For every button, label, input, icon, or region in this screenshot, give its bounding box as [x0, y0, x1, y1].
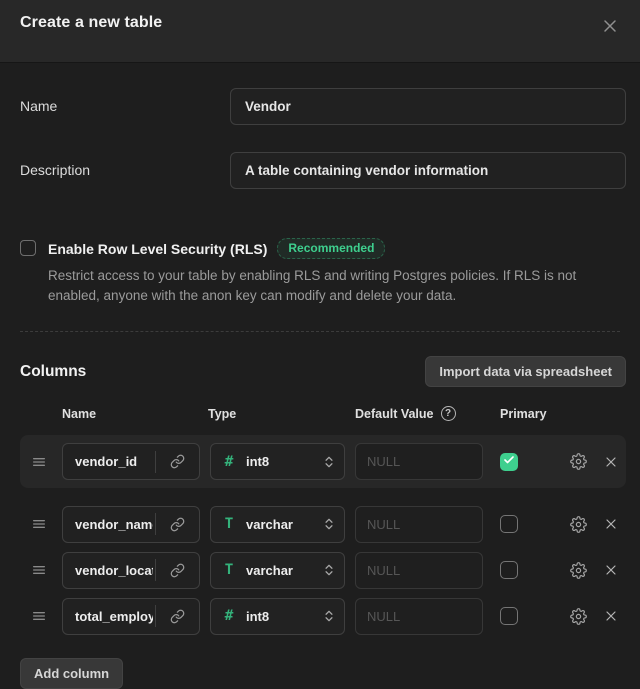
recommended-badge: Recommended: [277, 238, 385, 259]
header-type: Type: [208, 407, 355, 421]
primary-checkbox[interactable]: [500, 515, 518, 533]
name-label: Name: [20, 88, 230, 125]
column-name-group: [62, 443, 200, 480]
chevron-up-down-icon: [322, 455, 336, 469]
drag-handle-icon[interactable]: [31, 516, 51, 532]
gear-icon[interactable]: [570, 608, 587, 625]
import-spreadsheet-button[interactable]: Import data via spreadsheet: [425, 356, 626, 387]
drag-handle-icon[interactable]: [31, 562, 51, 578]
gear-icon[interactable]: [570, 562, 587, 579]
column-name-input[interactable]: [63, 444, 153, 479]
header-primary: Primary: [500, 407, 547, 421]
column-type-select[interactable]: T varchar: [210, 552, 345, 589]
header-default-value: Default Value ?: [355, 406, 500, 421]
column-name-input[interactable]: [63, 507, 153, 542]
add-column-button[interactable]: Add column: [20, 658, 123, 689]
gear-icon[interactable]: [570, 453, 587, 470]
rls-content: Enable Row Level Security (RLS) Recommen…: [48, 238, 608, 306]
link-icon[interactable]: [156, 444, 199, 479]
drag-handle-icon[interactable]: [31, 454, 51, 470]
column-type-select[interactable]: # int8: [210, 443, 345, 480]
type-int8-icon: #: [221, 454, 237, 470]
columns-bar: Columns Import data via spreadsheet: [20, 356, 626, 387]
close-button[interactable]: [598, 14, 622, 38]
column-name-group: [62, 598, 200, 635]
dialog-header: Create a new table: [0, 0, 640, 63]
dialog-title: Create a new table: [20, 14, 162, 32]
column-name-input[interactable]: [63, 553, 153, 588]
name-field-row: Name: [20, 88, 626, 125]
column-name-group: [62, 552, 200, 589]
check-icon: [503, 453, 515, 471]
type-label: int8: [246, 454, 322, 469]
chevron-up-down-icon: [322, 517, 336, 531]
link-icon[interactable]: [156, 553, 199, 588]
chevron-up-down-icon: [322, 563, 336, 577]
description-field-row: Description: [20, 152, 626, 189]
type-varchar-icon: T: [221, 562, 237, 578]
default-value-input[interactable]: [355, 598, 483, 635]
name-input[interactable]: [230, 88, 626, 125]
section-divider: [20, 331, 620, 332]
rls-checkbox[interactable]: [20, 240, 36, 256]
delete-column-icon[interactable]: [603, 454, 619, 470]
default-value-input[interactable]: [355, 552, 483, 589]
column-row-vendor-location: T varchar: [20, 552, 626, 588]
primary-checkbox[interactable]: [500, 561, 518, 579]
delete-column-icon[interactable]: [603, 608, 619, 624]
delete-column-icon[interactable]: [603, 516, 619, 532]
gear-icon[interactable]: [570, 516, 587, 533]
add-column-wrap: Add column: [20, 658, 640, 689]
link-icon[interactable]: [156, 599, 199, 634]
column-row-vendor-name: T varchar: [20, 506, 626, 542]
type-int8-icon: #: [221, 608, 237, 624]
columns-table-header: Name Type Default Value ? Primary: [20, 406, 626, 421]
delete-column-icon[interactable]: [603, 562, 619, 578]
columns-heading: Columns: [20, 363, 86, 381]
primary-checkbox[interactable]: [500, 453, 518, 471]
header-name: Name: [62, 407, 208, 421]
default-value-input[interactable]: [355, 443, 483, 480]
column-type-select[interactable]: T varchar: [210, 506, 345, 543]
link-icon[interactable]: [156, 507, 199, 542]
column-name-input[interactable]: [63, 599, 153, 634]
default-value-input[interactable]: [355, 506, 483, 543]
chevron-up-down-icon: [322, 609, 336, 623]
close-icon: [600, 16, 620, 36]
rls-label: Enable Row Level Security (RLS): [48, 241, 267, 257]
rls-description: Restrict access to your table by enablin…: [48, 266, 608, 306]
primary-checkbox[interactable]: [500, 607, 518, 625]
description-input[interactable]: [230, 152, 626, 189]
column-row-vendor-id: # int8: [20, 435, 626, 488]
header-default-label: Default Value: [355, 407, 434, 421]
type-varchar-icon: T: [221, 516, 237, 532]
help-icon[interactable]: ?: [441, 406, 456, 421]
drag-handle-icon[interactable]: [31, 608, 51, 624]
type-label: int8: [246, 609, 322, 624]
description-label: Description: [20, 152, 230, 189]
rls-section: Enable Row Level Security (RLS) Recommen…: [20, 238, 626, 306]
column-type-select[interactable]: # int8: [210, 598, 345, 635]
type-label: varchar: [246, 563, 322, 578]
column-name-group: [62, 506, 200, 543]
column-row-total-employees: # int8: [20, 598, 626, 634]
type-label: varchar: [246, 517, 322, 532]
